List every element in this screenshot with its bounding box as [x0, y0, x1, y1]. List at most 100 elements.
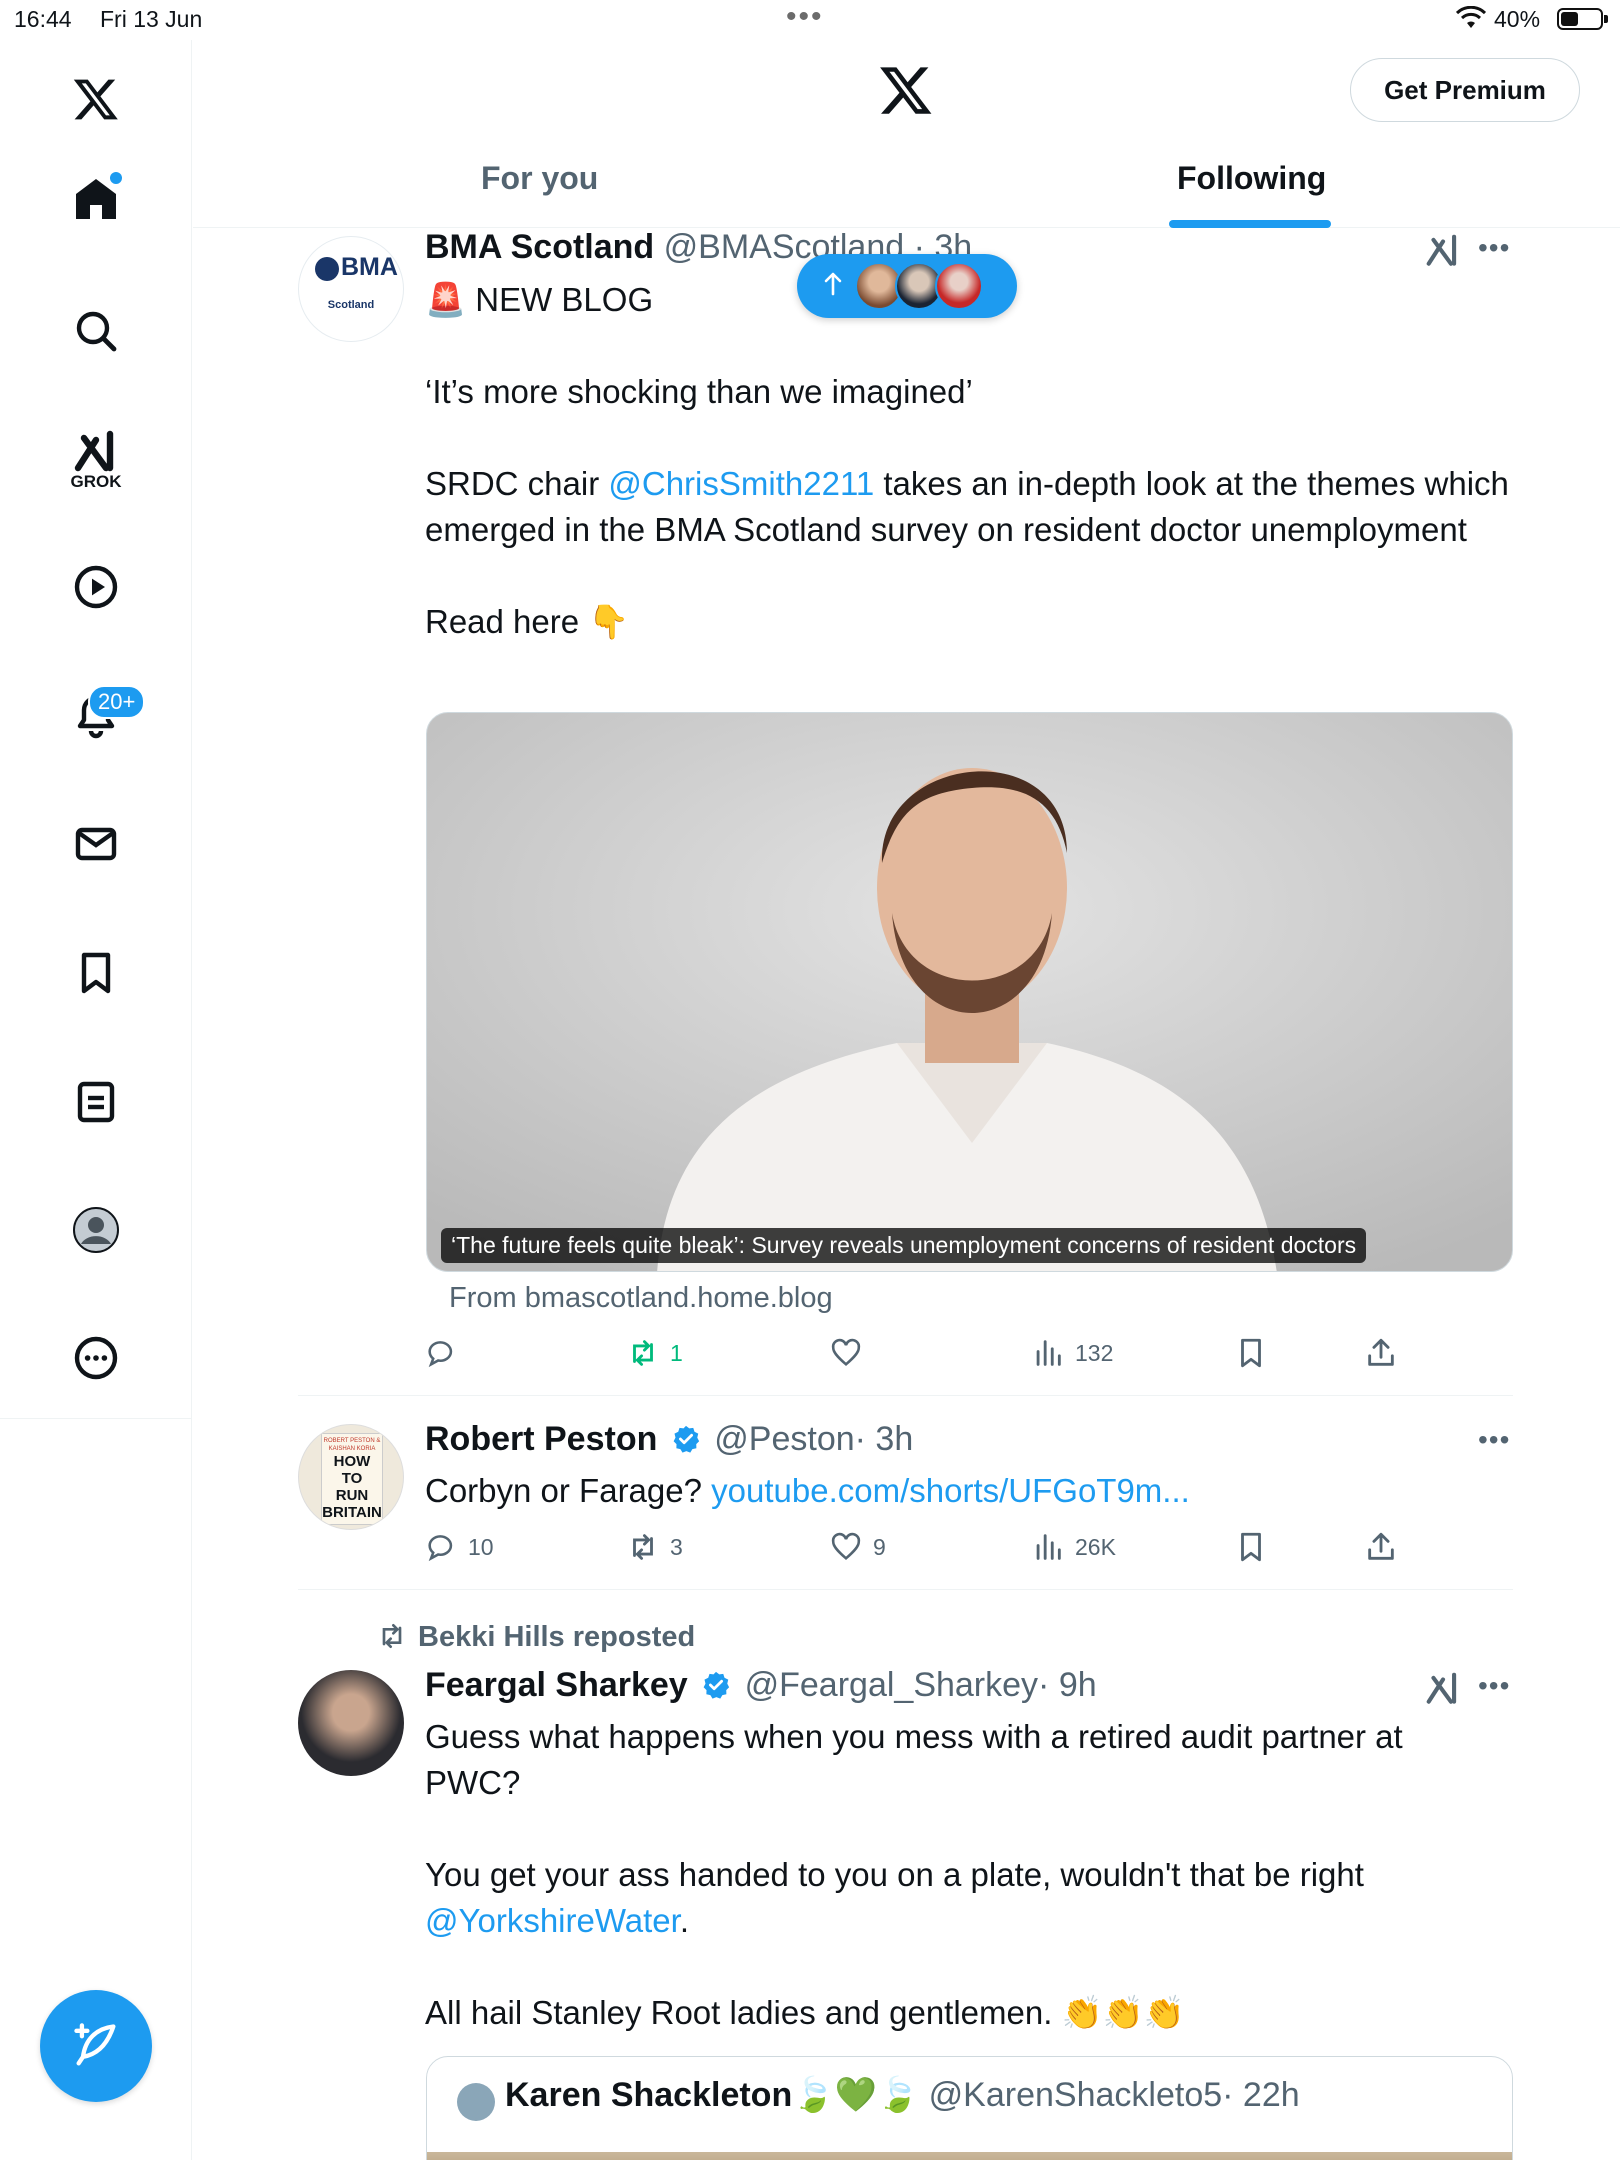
feather-plus-icon	[74, 2023, 116, 2066]
mention-link[interactable]: @YorkshireWater	[425, 1902, 680, 1939]
repost-count: 1	[670, 1339, 683, 1366]
reply-count: 10	[468, 1533, 494, 1560]
quoted-tweet[interactable]: Karen Shackleton🍃💚🍃 @KarenShackleto5· 22…	[426, 2056, 1513, 2160]
home-icon[interactable]	[63, 166, 129, 232]
quoted-header: Karen Shackleton🍃💚🍃 @KarenShackleto5· 22…	[505, 2075, 1300, 2115]
repost-button[interactable]: 3	[626, 1530, 683, 1564]
x-logo-icon[interactable]	[63, 66, 129, 132]
sidebar-divider	[0, 1418, 192, 1419]
tweet-more-icon[interactable]: •••	[1478, 232, 1510, 264]
view-count: 132	[1075, 1339, 1114, 1366]
share-button[interactable]	[1364, 1336, 1398, 1370]
tweet-line: Read here 👇	[425, 603, 630, 640]
tweet-text: Corbyn or Farage? youtube.com/shorts/UFG…	[425, 1472, 1190, 1509]
views-button[interactable]: 26K	[1031, 1530, 1116, 1564]
battery-percent: 40%	[1494, 6, 1541, 32]
repost-icon	[633, 1340, 653, 1366]
notifications-badge: 20+	[88, 685, 146, 719]
quoted-tweet-time: · 22h	[1222, 2076, 1300, 2114]
like-button[interactable]: 9	[829, 1530, 886, 1564]
views-icon	[1036, 1340, 1061, 1366]
quoted-media	[427, 2152, 1512, 2160]
repost-context[interactable]: Bekki Hills reposted	[376, 1620, 695, 1654]
bookmark-button[interactable]	[1234, 1336, 1268, 1370]
battery-icon	[1557, 8, 1608, 30]
link-card-image[interactable]: ‘The future feels quite bleak’: Survey r…	[426, 712, 1513, 1272]
repost-button[interactable]: 1	[626, 1336, 683, 1370]
profile-icon[interactable]	[63, 1197, 129, 1263]
wifi-icon	[1456, 6, 1486, 28]
tab-for-you[interactable]: For you	[481, 160, 598, 197]
tweet-more-icon[interactable]: •••	[1478, 1424, 1510, 1456]
repost-count: 3	[670, 1533, 683, 1560]
like-count: 9	[873, 1533, 886, 1560]
like-button[interactable]	[829, 1336, 873, 1370]
search-icon[interactable]	[63, 298, 129, 364]
tweet-time[interactable]: · 9h	[1038, 1666, 1097, 1704]
avatar-bma-scotland[interactable]: BMA Scotland	[298, 236, 404, 342]
book-title-line: RUN	[335, 1487, 369, 1504]
more-icon[interactable]	[63, 1325, 129, 1391]
compose-post-button[interactable]	[40, 1990, 152, 2102]
tweet-paragraph: You get your ass handed to you on a plat…	[425, 1856, 1364, 1939]
author-name[interactable]: Feargal Sharkey	[425, 1666, 688, 1704]
avatar-feargal-sharkey[interactable]	[298, 1670, 404, 1776]
bookmark-button[interactable]	[1234, 1530, 1268, 1564]
link-card-source[interactable]: From bmascotland.home.blog	[449, 1282, 833, 1315]
tweet-more-icon[interactable]: •••	[1478, 1670, 1510, 1702]
home-unread-dot	[110, 172, 122, 184]
share-icon	[1368, 1338, 1394, 1366]
tweet-text: Guess what happens when you mess with a …	[425, 1714, 1485, 2036]
author-handle[interactable]: @Feargal_Sharkey	[745, 1666, 1038, 1704]
views-icon	[1036, 1534, 1061, 1560]
grok-explain-icon[interactable]	[1424, 1670, 1462, 1708]
tweet-header: Robert Peston @Peston· 3h	[425, 1420, 913, 1459]
reply-button[interactable]	[424, 1336, 468, 1370]
avatar-robert-peston[interactable]: ROBERT PESTON & KAISHAN KORIA HOW TO RUN…	[298, 1424, 404, 1530]
heart-icon	[831, 1532, 861, 1561]
multitasking-dots-icon[interactable]: •••	[786, 0, 824, 34]
bookmark-icon	[1241, 1338, 1261, 1368]
quoted-author-name: Karen Shackleton🍃💚🍃	[505, 2076, 920, 2114]
share-button[interactable]	[1364, 1530, 1398, 1564]
mention-link[interactable]: @ChrisSmith2211	[608, 465, 874, 502]
book-cover: ROBERT PESTON & KAISHAN KORIA HOW TO RUN…	[321, 1433, 383, 1525]
lists-icon[interactable]	[63, 1069, 129, 1135]
book-authors: ROBERT PESTON & KAISHAN KORIA	[323, 1438, 381, 1452]
author-name[interactable]: Robert Peston	[425, 1420, 657, 1458]
book-title-line: BRITAIN	[322, 1504, 382, 1521]
author-handle[interactable]: @Peston	[714, 1420, 854, 1458]
tweet-divider	[298, 1395, 1513, 1396]
views-button[interactable]: 132	[1031, 1336, 1113, 1370]
tweet-text: 🚨 NEW BLOG ‘It’s more shocking than we i…	[425, 277, 1515, 645]
tweet-link[interactable]: youtube.com/shorts/UFGoT9m...	[711, 1472, 1190, 1509]
bookmarks-icon[interactable]	[63, 940, 129, 1006]
link-card-caption: ‘The future feels quite bleak’: Survey r…	[441, 1228, 1367, 1263]
reply-icon	[428, 1341, 453, 1368]
active-tab-indicator	[1169, 220, 1331, 228]
avatar-logo-text: BMA	[341, 253, 398, 281]
repost-icon	[382, 1624, 402, 1648]
timeline-tabs: For you Following	[193, 150, 1620, 228]
tweet-paragraph: Guess what happens when you mess with a …	[425, 1718, 1403, 1801]
status-bar: 16:44 Fri 13 Jun ••• 40%	[0, 0, 1620, 40]
author-name[interactable]: BMA Scotland	[425, 228, 654, 266]
grok-icon[interactable]: GROK	[63, 426, 129, 492]
view-count: 26K	[1075, 1533, 1116, 1560]
reply-button[interactable]: 10	[424, 1530, 494, 1564]
messages-icon[interactable]	[63, 811, 129, 877]
tab-following[interactable]: Following	[1177, 160, 1326, 197]
tweet-paragraph: All hail Stanley Root ladies and gentlem…	[425, 1994, 1185, 2031]
grok-explain-icon[interactable]	[1424, 232, 1462, 270]
tweet-time[interactable]: · 3h	[855, 1420, 914, 1458]
sidebar: GROK 20+	[0, 40, 192, 2160]
tweet-line: SRDC chair @ChrisSmith2211 takes an in-d…	[425, 465, 1509, 548]
video-icon[interactable]	[63, 554, 129, 620]
tweet-divider	[298, 1589, 1513, 1590]
x-header-logo-icon[interactable]	[878, 62, 934, 118]
tweet-actions: 10 3 9 26K	[424, 1530, 1424, 1570]
share-icon	[1368, 1532, 1394, 1560]
portrait-photo	[427, 713, 1512, 1271]
tweet-header: Feargal Sharkey @Feargal_Sharkey· 9h	[425, 1666, 1097, 1705]
get-premium-button[interactable]: Get Premium	[1350, 58, 1580, 122]
